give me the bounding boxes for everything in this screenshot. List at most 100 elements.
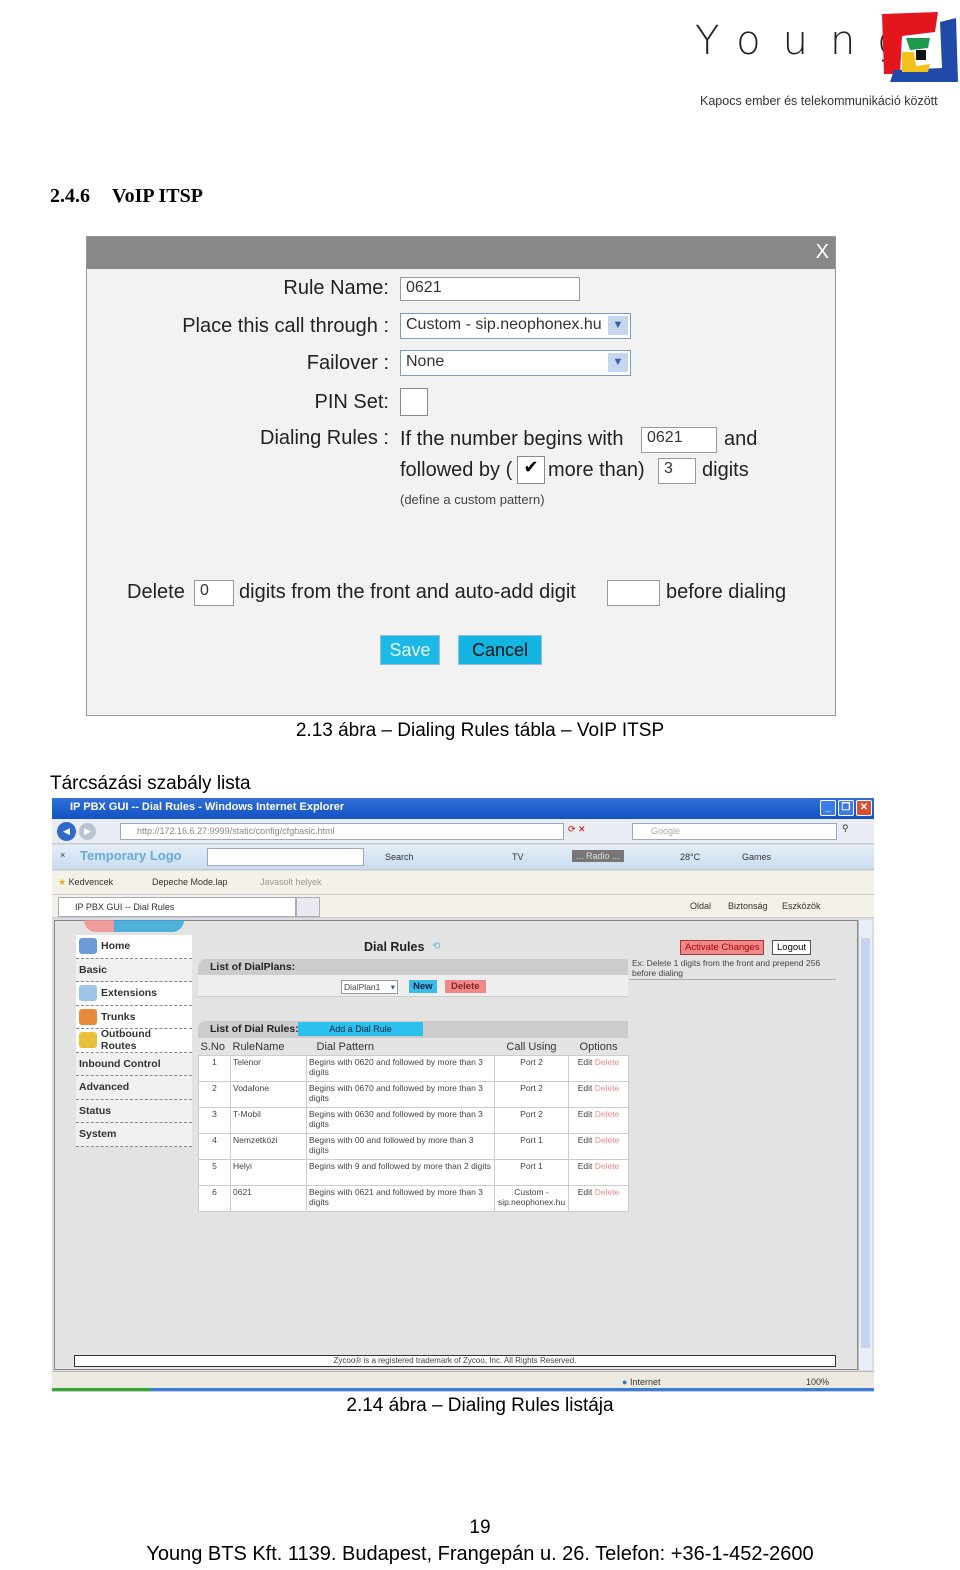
failover-select[interactable]: None ▼ (400, 350, 631, 376)
maximize-button[interactable]: ❐ (838, 800, 854, 816)
nav-inbound-control[interactable]: Inbound Control (76, 1053, 192, 1076)
close-button[interactable]: ✕ (856, 800, 872, 816)
search-input[interactable]: Google (632, 823, 837, 840)
cell-call-using: Port 2 (494, 1081, 569, 1108)
vertical-scrollbar[interactable] (858, 920, 872, 1370)
digits-front-text: digits from the front and auto-add digit (239, 581, 576, 603)
activate-changes-button[interactable]: Activate Changes (680, 940, 765, 955)
new-dialplan-button[interactable]: New (409, 980, 437, 993)
cell-rulename: Nemzetközi (230, 1133, 307, 1160)
tools-menu[interactable]: Eszközök (782, 901, 821, 911)
cancel-button[interactable]: Cancel (458, 635, 542, 665)
add-dial-rule-button[interactable]: Add a Dial Rule (298, 1022, 423, 1036)
toolbar-search-input[interactable] (207, 848, 364, 866)
nav-status[interactable]: Status (76, 1100, 192, 1123)
toolbar-weather[interactable]: 28°C (680, 852, 700, 862)
nav-advanced[interactable]: Advanced (76, 1076, 192, 1100)
cell-dial-pattern: Begins with 0670 and followed by more th… (306, 1081, 495, 1108)
delete-link[interactable]: Delete (595, 1083, 620, 1093)
delete-link[interactable]: Delete (595, 1057, 620, 1067)
back-button[interactable]: ◀ (57, 822, 76, 841)
edit-link[interactable]: Edit (578, 1083, 593, 1093)
new-tab-button[interactable] (296, 897, 320, 917)
cell-dial-pattern: Begins with 0621 and followed by more th… (306, 1185, 495, 1212)
edit-link[interactable]: Edit (578, 1057, 593, 1067)
place-call-label: Place this call through : (182, 315, 389, 337)
delete-link[interactable]: Delete (595, 1161, 620, 1171)
window-title-bar: IP PBX GUI -- Dial Rules - Windows Inter… (52, 798, 874, 819)
pin-set-checkbox[interactable] (400, 388, 428, 416)
digits-count-input[interactable]: 3 (658, 458, 696, 484)
toolbar-games-button[interactable]: Games (742, 852, 771, 862)
rule-name-input[interactable]: 0621 (400, 277, 580, 301)
delete-digits-input[interactable]: 0 (194, 580, 234, 606)
toolbar-radio-button[interactable]: ... Radio ... (572, 850, 624, 862)
refresh-icon[interactable]: ⟲ (432, 941, 440, 952)
nav-home[interactable]: Home (76, 935, 192, 959)
close-toolbar-icon[interactable]: × (60, 850, 65, 860)
cell-rulename: Telenor (230, 1055, 307, 1082)
more-than-text: more than) (548, 459, 645, 481)
more-than-checkbox[interactable]: ✔ (517, 456, 545, 484)
pin-set-label: PIN Set: (314, 391, 389, 413)
nav-label: Home (101, 940, 131, 953)
logout-button[interactable]: Logout (772, 940, 812, 955)
home-icon (79, 938, 97, 955)
table-row: 6 0621 Begins with 0621 and followed by … (198, 1185, 629, 1212)
digits-text: digits (702, 459, 749, 481)
nav-outbound-routes[interactable]: Outbound Routes (76, 1028, 192, 1053)
failover-value: None (406, 353, 445, 370)
edit-link[interactable]: Edit (578, 1187, 593, 1197)
nav-trunks[interactable]: Trunks (76, 1005, 192, 1029)
favorite-link-suggested[interactable]: Javasolt helyek (260, 877, 322, 887)
begins-with-input[interactable]: 0621 (641, 427, 717, 453)
auto-add-input[interactable] (607, 580, 660, 606)
taskbar-strip (52, 1388, 874, 1391)
phone-icon (79, 1032, 97, 1049)
delete-dialplan-button[interactable]: Delete (445, 980, 486, 993)
nav-extensions[interactable]: Extensions (76, 982, 192, 1006)
url-input[interactable]: http://172.16.6.27:9999/static/config/cf… (120, 823, 564, 840)
table-row: 2 Vodafone Begins with 0670 and followed… (198, 1081, 629, 1108)
nav-label: Extensions (101, 987, 158, 1000)
delete-link[interactable]: Delete (595, 1109, 620, 1119)
delete-link[interactable]: Delete (595, 1135, 620, 1145)
before-dialing-text: before dialing (666, 581, 787, 603)
nav-basic[interactable]: Basic (76, 959, 192, 982)
edit-link[interactable]: Edit (578, 1161, 593, 1171)
cell-sno: 3 (198, 1107, 231, 1134)
zoom-level[interactable]: 100% (806, 1377, 829, 1387)
minimize-button[interactable]: _ (820, 800, 836, 816)
security-menu[interactable]: Biztonság (728, 901, 768, 911)
cell-call-using: Port 1 (494, 1159, 569, 1186)
nav-system[interactable]: System (76, 1123, 192, 1147)
close-button[interactable]: X (816, 241, 829, 264)
page-menu[interactable]: Oldal (690, 901, 711, 911)
custom-pattern-link[interactable]: (define a custom pattern) (400, 492, 545, 507)
favorites-button[interactable]: ★ Kedvencek (58, 877, 113, 888)
edit-link[interactable]: Edit (578, 1135, 593, 1145)
cell-sno: 1 (198, 1055, 231, 1082)
edit-link[interactable]: Edit (578, 1109, 593, 1119)
scrollbar-thumb[interactable] (861, 938, 870, 1348)
globe-icon: ● (622, 1377, 628, 1387)
delete-link[interactable]: Delete (595, 1187, 620, 1197)
cell-dial-pattern: Begins with 9 and followed by more than … (306, 1159, 495, 1186)
forward-button[interactable]: ▶ (79, 823, 96, 840)
search-icon[interactable]: ⚲ (842, 823, 849, 834)
cell-sno: 4 (198, 1133, 231, 1160)
cell-sno: 5 (198, 1159, 231, 1186)
place-call-select[interactable]: Custom - sip.neophonex.hu ▼ (400, 313, 631, 339)
save-button[interactable]: Save (380, 635, 440, 665)
nav-label: Basic (79, 963, 108, 976)
tab-dial-rules[interactable]: IP PBX GUI -- Dial Rules (58, 897, 296, 917)
favorite-link-depeche[interactable]: Depeche Mode.lap (152, 877, 228, 887)
section-title: VoIP ITSP (112, 185, 203, 207)
figure-caption-2: 2.14 ábra – Dialing Rules listája (346, 1395, 614, 1416)
trunks-icon (79, 1008, 97, 1025)
toolbar-tv-button[interactable]: TV (512, 852, 524, 862)
toolbar-search-button[interactable]: Search (385, 852, 414, 862)
begins-text: If the number begins with (400, 428, 624, 450)
refresh-stop-icons[interactable]: ⟳ ✕ (568, 824, 586, 835)
dialplan-select[interactable]: DialPlan1 ▾ (341, 980, 398, 994)
